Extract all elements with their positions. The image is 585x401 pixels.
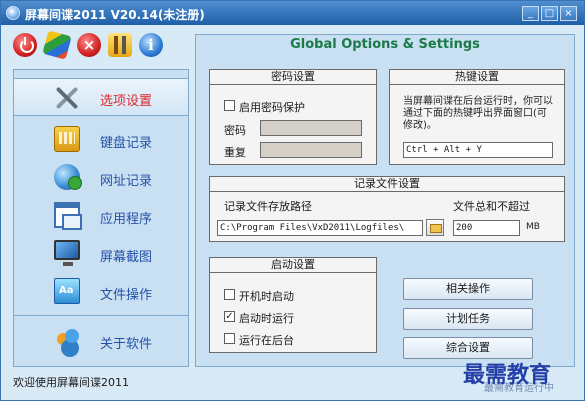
checkbox-label: 启动时运行 — [239, 312, 294, 325]
related-actions-button[interactable]: 相关操作 — [403, 278, 533, 300]
enable-password-checkbox[interactable]: 启用密码保护 — [224, 99, 344, 114]
maximize-button[interactable]: □ — [541, 6, 558, 21]
password-label: 密码 — [224, 124, 246, 137]
startup-group: 启动设置 开机时启动 ✓ 启动时运行 运行在后台 — [209, 257, 377, 353]
hotkey-group: 热键设置 当屏幕间谍在后台运行时，你可以通过下面的热键呼出界面窗口(可修改)。 … — [389, 69, 565, 165]
minimize-button[interactable]: _ — [522, 6, 539, 21]
size-unit: MB — [526, 222, 540, 232]
wrench-icon — [54, 84, 80, 110]
checkbox-label: 开机时启动 — [239, 290, 294, 303]
close-button[interactable]: × — [560, 6, 577, 21]
scheduled-tasks-button[interactable]: 计划任务 — [403, 308, 533, 330]
checkbox-box[interactable] — [224, 289, 235, 300]
sidebar-item-about[interactable]: 关于软件 — [14, 322, 188, 360]
sidebar-item-label: 网址记录 — [100, 174, 153, 189]
stop-icon[interactable]: × — [77, 33, 101, 57]
sidebar-item-urls[interactable]: 网址记录 — [14, 159, 188, 197]
globe-icon — [54, 164, 82, 190]
password-group: 密码设置 启用密码保护 密码 重复 — [209, 69, 377, 165]
info-icon[interactable]: i — [139, 33, 163, 57]
sidebar-item-label: 应用程序 — [100, 212, 153, 227]
repeat-password-field[interactable] — [260, 142, 362, 158]
password-field[interactable] — [260, 120, 362, 136]
app-icon — [6, 6, 20, 20]
sidebar: 选项设置 键盘记录 网址记录 应用程序 屏幕截图 文件操作 关于软件 — [13, 69, 189, 367]
run-in-background-checkbox[interactable]: 运行在后台 — [224, 332, 324, 347]
sidebar-divider — [14, 315, 188, 316]
checkbox-box[interactable] — [224, 100, 235, 111]
general-settings-button[interactable]: 综合设置 — [403, 337, 533, 359]
sidebar-item-files[interactable]: 文件操作 — [14, 273, 188, 311]
start-on-boot-checkbox[interactable]: 开机时启动 — [224, 288, 324, 303]
tools-icon[interactable] — [108, 33, 132, 57]
run-on-start-checkbox[interactable]: ✓ 启动时运行 — [224, 310, 324, 325]
keyboard-icon — [54, 126, 80, 152]
window-icon — [54, 202, 82, 230]
sidebar-item-label: 选项设置 — [100, 94, 153, 109]
startup-group-heading: 启动设置 — [210, 258, 376, 273]
password-group-heading: 密码设置 — [210, 70, 376, 85]
checkbox-box[interactable] — [224, 333, 235, 344]
watermark: 最需教育 — [463, 362, 552, 388]
logfile-size-label: 文件总和不超过 — [453, 200, 530, 213]
repeat-label: 重复 — [224, 146, 246, 159]
clear-brush-icon[interactable] — [42, 30, 72, 60]
window-title: 屏幕间谍2011 V20.14(未注册) — [25, 8, 205, 22]
folder-browse-icon[interactable] — [426, 219, 444, 236]
power-icon[interactable] — [13, 33, 37, 57]
logfile-path-input[interactable]: C:\Program Files\VxD2011\Logfiles\ — [217, 220, 423, 236]
settings-panel: Global Options & Settings 密码设置 启用密码保护 密码… — [195, 34, 575, 367]
status-text: 欢迎使用屏幕间谍2011 — [13, 376, 129, 389]
sidebar-item-options[interactable]: 选项设置 — [14, 78, 188, 116]
logfile-path-label: 记录文件存放路径 — [224, 200, 312, 213]
sidebar-item-label: 关于软件 — [100, 337, 153, 352]
sidebar-item-apps[interactable]: 应用程序 — [14, 197, 188, 235]
sidebar-item-keylog[interactable]: 键盘记录 — [14, 121, 188, 159]
users-icon — [54, 327, 80, 353]
logfile-group-heading: 记录文件设置 — [210, 177, 564, 192]
logfile-size-input[interactable]: 200 — [453, 220, 520, 236]
hotkey-group-heading: 热键设置 — [390, 70, 564, 85]
sidebar-item-label: 屏幕截图 — [100, 250, 153, 265]
checkbox-box[interactable]: ✓ — [224, 311, 235, 322]
app-window: 屏幕间谍2011 V20.14(未注册) _ □ × × i 选项设置 键盘记录… — [0, 0, 585, 401]
checkbox-label: 启用密码保护 — [239, 101, 305, 114]
hotkey-input[interactable]: Ctrl + Alt + Y — [403, 142, 553, 158]
title-bar[interactable]: 屏幕间谍2011 V20.14(未注册) _ □ × — [1, 1, 584, 25]
logfile-group: 记录文件设置 记录文件存放路径 文件总和不超过 C:\Program Files… — [209, 176, 565, 242]
monitor-icon — [54, 240, 80, 266]
checkbox-label: 运行在后台 — [239, 334, 294, 347]
sidebar-item-label: 键盘记录 — [100, 136, 153, 151]
toolbar: × i — [1, 25, 191, 65]
sidebar-item-label: 文件操作 — [100, 288, 153, 303]
file-icon — [54, 278, 80, 304]
sidebar-item-screenshots[interactable]: 屏幕截图 — [14, 235, 188, 273]
hotkey-description: 当屏幕间谍在后台运行时，你可以通过下面的热键呼出界面窗口(可修改)。 — [403, 96, 553, 131]
page-title: Global Options & Settings — [290, 37, 480, 52]
